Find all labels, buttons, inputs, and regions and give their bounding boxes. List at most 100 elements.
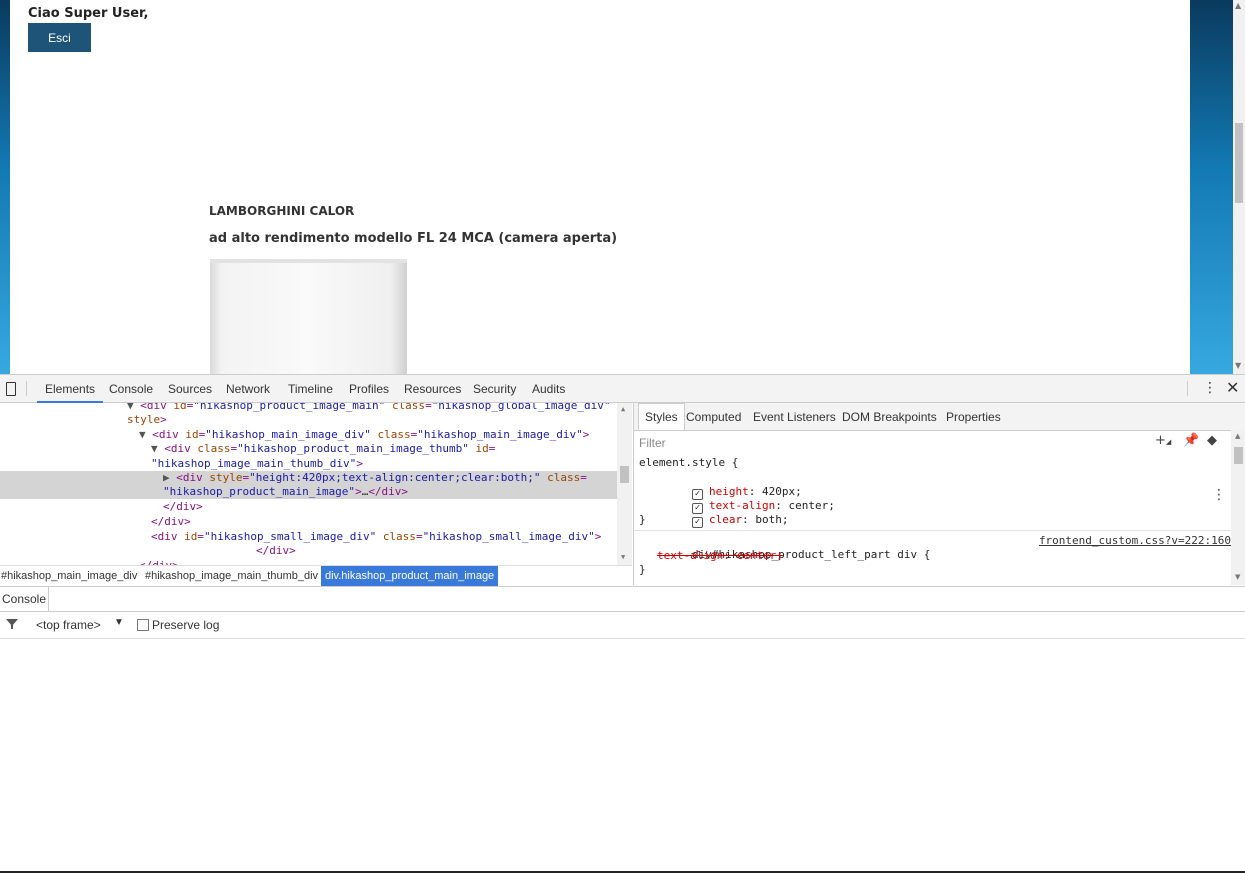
tab-network[interactable]: Network [226, 382, 270, 396]
property-value[interactable]: center; [788, 499, 834, 512]
dom-node[interactable]: style> [127, 413, 167, 427]
property-name[interactable]: clear [709, 513, 742, 526]
scroll-up-icon[interactable]: ▲ [1235, 432, 1240, 440]
dom-node-selected[interactable]: ▶ <div style = "height:420px;text-align:ce… [0, 471, 617, 485]
styles-tabs: Styles Computed Event Listeners DOM Brea… [634, 403, 1245, 431]
dom-token: id [184, 530, 198, 543]
dom-node[interactable]: <div id="hikashop_small_image_div" class… [151, 530, 601, 544]
dom-token: style [209, 471, 243, 484]
dom-token: "hikashop_product_main_image" [163, 485, 356, 498]
toggle-element-state-icon[interactable]: ◆ [1207, 433, 1217, 448]
dom-token: = [580, 471, 587, 484]
preserve-log-checkbox[interactable] [137, 619, 149, 631]
tab-event-listeners[interactable]: Event Listeners [753, 410, 836, 424]
dom-token: "hikashop_main_image_div" [205, 428, 371, 441]
scroll-up-icon[interactable]: ▲ [1235, 1, 1241, 10]
expand-triangle-icon[interactable]: ▼ [127, 403, 140, 412]
tab-timeline[interactable]: Timeline [288, 382, 333, 396]
device-mode-icon[interactable] [6, 382, 16, 396]
dom-token: </div> [256, 544, 296, 557]
dom-node[interactable]: ▼ <div id="hikashop_product_image_main" … [127, 403, 611, 413]
dom-token: "hikashop_product_image_main" [193, 403, 386, 412]
checkbox-icon[interactable]: ✓ [691, 517, 703, 528]
elements-scrollbar[interactable]: ▲ ▼ [617, 403, 632, 565]
overridden-property[interactable]: text-align: center; [657, 549, 783, 563]
new-style-rule-icon[interactable]: +◢ [1155, 433, 1171, 448]
scroll-up-icon[interactable]: ▲ [621, 405, 625, 413]
dom-token [376, 530, 383, 543]
elements-scrollbar-thumb[interactable] [620, 466, 629, 483]
tab-audits[interactable]: Audits [532, 382, 565, 396]
dropdown-arrow-icon[interactable]: ▼ [114, 617, 124, 628]
rule-close-brace: } [639, 513, 646, 526]
dom-token: <div [164, 442, 198, 455]
tab-sources[interactable]: Sources [168, 382, 212, 396]
product-image[interactable] [210, 259, 407, 374]
dom-token: <div [140, 403, 174, 412]
styles-scrollbar[interactable]: ▲ ▼ [1231, 430, 1245, 585]
dom-node[interactable]: </div> [151, 515, 191, 529]
dom-token: id [173, 403, 187, 412]
more-options-icon[interactable]: ⋮ [1212, 487, 1226, 503]
console-toolbar: <top frame> ▼ Preserve log [0, 612, 1245, 639]
dom-token: > [594, 530, 602, 543]
styles-scrollbar-thumb[interactable] [1234, 447, 1243, 464]
scroll-down-icon[interactable]: ▼ [621, 553, 625, 561]
dom-node[interactable]: ▼ <div id="hikashop_main_image_div" clas… [139, 428, 589, 442]
tab-properties[interactable]: Properties [946, 410, 1001, 424]
preserve-log-label[interactable]: Preserve log [152, 618, 219, 632]
tab-dom-breakpoints[interactable]: DOM Breakpoints [842, 410, 937, 424]
dom-token: class [391, 403, 426, 412]
element-style-selector: element.style { [639, 456, 739, 469]
page-scrollbar-thumb[interactable] [1235, 123, 1243, 203]
breadcrumb-item[interactable]: #hikashop_image_main_thumb_div [141, 566, 322, 586]
tab-elements[interactable]: Elements [36, 382, 104, 403]
breadcrumb-item[interactable]: #hikashop_main_image_div [0, 566, 141, 586]
style-property[interactable]: ✓ height: 420px; [639, 471, 802, 500]
console-drawer: Console <top frame> ▼ Preserve log [0, 586, 1245, 873]
scroll-down-icon[interactable]: ▼ [1235, 573, 1240, 581]
tab-computed[interactable]: Computed [686, 410, 741, 424]
tab-resources[interactable]: Resources [404, 382, 461, 396]
logout-button[interactable]: Esci [28, 23, 91, 52]
dom-token: = [415, 530, 423, 543]
devtools-toolbar: Elements Console Sources Network Timelin… [0, 375, 1245, 403]
elements-tree[interactable]: ▼ <div id="hikashop_product_image_main" … [0, 403, 632, 565]
dom-token: "height:420px;text-align:center;clear:bo… [249, 471, 541, 484]
expand-triangle-icon[interactable]: ▼ [151, 442, 164, 455]
dom-token: "hikashop_small_image_div" [422, 530, 595, 543]
dom-token: "hikashop_global_image_div" [431, 403, 611, 412]
dom-node[interactable]: </div> [163, 500, 203, 514]
dom-token [469, 442, 476, 455]
tab-console[interactable]: Console [109, 382, 153, 396]
breadcrumb-item-active[interactable]: div.hikashop_product_main_image [321, 566, 499, 586]
frame-selector[interactable]: <top frame> [36, 618, 101, 632]
page-scrollbar[interactable]: ▲ ▼ [1233, 0, 1245, 374]
more-options-icon[interactable]: ⋮ [1203, 380, 1217, 396]
dom-token: id [475, 442, 489, 455]
close-icon[interactable]: ✕ [1226, 378, 1239, 397]
dom-node[interactable]: ▼ <div class = "hikashop_product_main_imag… [151, 442, 495, 456]
dom-token: > [355, 485, 362, 498]
dom-token [385, 403, 392, 412]
product-subtitle: ad alto rendimento modello FL 24 MCA (ca… [209, 231, 618, 246]
expand-triangle-icon[interactable]: ▼ [139, 428, 152, 441]
style-property[interactable]: ✓ clear: both; [639, 499, 788, 528]
property-value[interactable]: both; [755, 513, 788, 526]
tab-profiles[interactable]: Profiles [349, 382, 389, 396]
dom-node-selected[interactable]: "hikashop_product_main_image">…</div> [0, 485, 617, 499]
rule-source-link[interactable]: frontend_custom.css?v=222:160 [1039, 534, 1231, 548]
tab-styles[interactable]: Styles [638, 403, 685, 430]
dom-node[interactable]: "hikashop_image_main_thumb_div"> [151, 457, 363, 471]
drawer-tab-console[interactable]: Console [0, 587, 49, 611]
style-property[interactable]: ✓ text-align: center; [639, 485, 835, 514]
tab-security[interactable]: Security [473, 382, 516, 396]
expand-triangle-icon[interactable]: ▶ [163, 471, 176, 484]
scroll-down-icon[interactable]: ▼ [1235, 361, 1241, 370]
pin-icon[interactable]: 📌 [1183, 433, 1199, 448]
styles-pane: Styles Computed Event Listeners DOM Brea… [633, 403, 1245, 585]
dom-node[interactable]: </div> [256, 544, 296, 558]
dom-token: id [185, 428, 199, 441]
styles-filter-input[interactable]: Filter [639, 436, 666, 450]
dom-token: <div [152, 428, 186, 441]
